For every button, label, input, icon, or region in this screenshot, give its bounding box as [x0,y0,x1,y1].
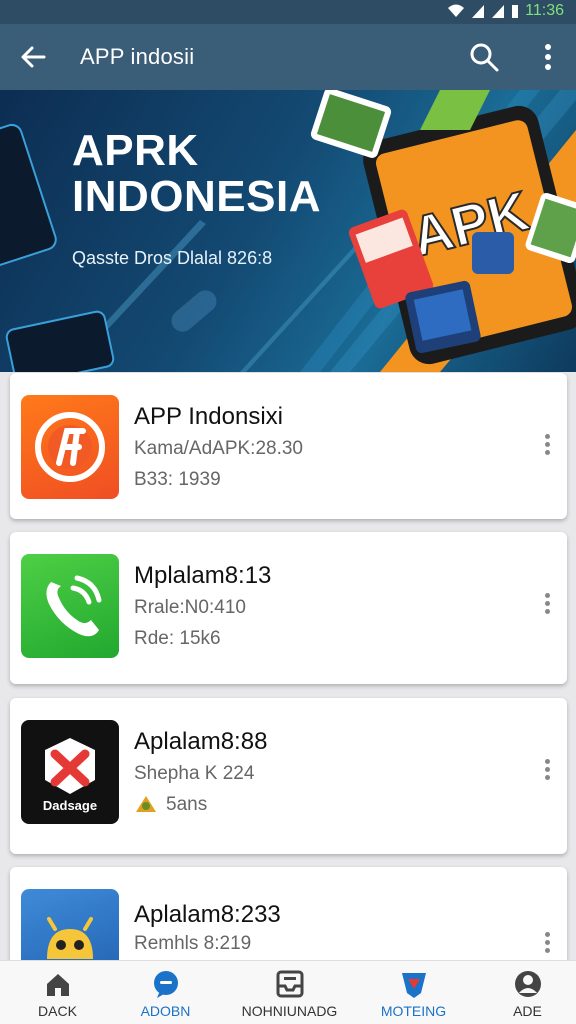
banner-title-line2: INDONESIA [72,172,321,221]
app-meta: Kama/AdAPK:28.30 [134,438,303,459]
app-meta: B33: 1939 [134,469,221,490]
home-icon [46,974,69,996]
more-vert-icon[interactable] [537,431,557,461]
app-name: APP Indonsixi [134,403,283,430]
nav-item-account[interactable]: ADE [470,961,576,1024]
app-meta: Rde: 15k6 [134,628,221,649]
app-meta: 5ans [166,794,208,815]
nav-item-shield[interactable]: MOTEING [356,961,471,1024]
nav-label: ADE [513,1003,542,1019]
nav-label: NOHNIUNADG [241,1003,338,1019]
app-meta-row: 5ans [134,794,207,816]
app-card[interactable]: Mplalam8:13 Rrale:N0:410 Rde: 15k6 [10,532,567,684]
app-icon [21,395,119,499]
more-vert-icon[interactable] [537,756,557,786]
nav-item-back[interactable]: DACK [0,961,115,1024]
shield-icon [401,973,426,998]
app-card[interactable]: Dadsage Aplalam8:88 Shepha K 224 5ans [10,698,567,854]
battery-icon [512,5,519,18]
app-meta: Rrale:N0:410 [134,597,246,618]
promo-banner[interactable]: APK APRK INDONESIA Qasste Dros Dlalal 82… [0,90,576,372]
app-name: Aplalam8:88 [134,728,268,755]
more-vert-icon[interactable] [530,39,566,75]
signal-icon [492,5,505,18]
more-vert-icon[interactable] [537,590,557,620]
app-card[interactable]: APP Indonsixi Kama/AdAPK:28.30 B33: 1939 [10,373,567,519]
nav-item-chat[interactable]: ADOBN [108,961,223,1024]
app-bar: APP indosii [0,24,576,90]
app-meta: Remhls 8:219 [134,933,252,954]
banner-subtitle: Qasste Dros Dlalal 826:8 [72,248,273,268]
status-time: 11:36 [525,2,564,19]
app-icon [21,554,119,658]
app-name: Mplalam8:13 [134,562,272,589]
nav-label: DACK [38,1003,77,1019]
nav-item-inbox[interactable]: NOHNIUNADG [232,961,347,1024]
wifi-icon [448,4,465,17]
app-name: Aplalam8:233 [134,901,281,928]
nav-label: MOTEING [380,1003,447,1019]
signal-icon [472,5,485,18]
back-arrow-icon[interactable] [16,39,52,75]
app-icon-label: Dadsage [42,798,98,813]
more-vert-icon[interactable] [537,929,557,959]
app-icon: Dadsage [21,720,119,824]
badge-icon [136,796,156,812]
nav-label: ADOBN [140,1003,191,1019]
status-bar: 11:36 [0,0,576,24]
page-title: APP indosii [80,44,195,69]
search-icon[interactable] [466,39,502,75]
app-meta: Shepha K 224 [134,763,255,784]
bottom-nav: DACK ADOBN NOHNIUNADG MOTEING ADE [0,960,576,1024]
status-icons: 11:36 [447,2,564,20]
account-icon [514,971,541,997]
inbox-icon [276,970,303,998]
chat-icon [153,971,178,998]
banner-title-line1: APRK [72,126,199,175]
